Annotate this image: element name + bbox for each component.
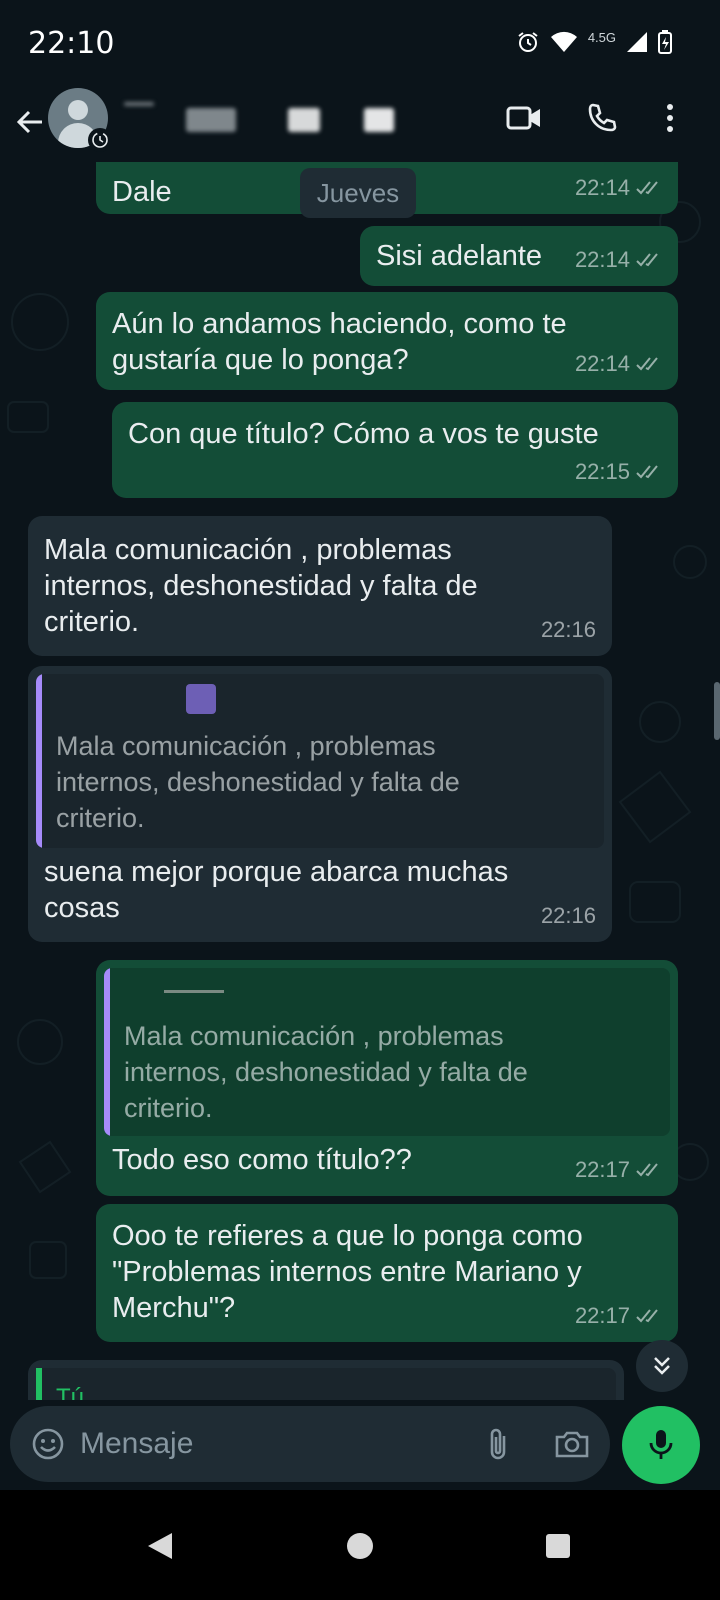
quote-author-redacted bbox=[164, 990, 224, 993]
message-time: 22:15 bbox=[574, 459, 630, 484]
double-check-icon bbox=[636, 1309, 658, 1323]
message-input[interactable] bbox=[80, 1420, 460, 1468]
voice-call-button[interactable] bbox=[580, 96, 624, 140]
quote-accent-bar bbox=[36, 674, 42, 848]
message-bubble-outgoing[interactable]: Con que título? Cómo a vos te guste 22:1… bbox=[112, 402, 678, 498]
message-list[interactable]: Dale 22:14 Jueves Sisi adelante 22:14 Aú… bbox=[0, 162, 720, 1400]
double-chevron-down-icon bbox=[654, 1357, 670, 1375]
back-button[interactable] bbox=[10, 102, 50, 142]
more-options-icon bbox=[667, 104, 673, 132]
system-navigation-bar bbox=[0, 1490, 720, 1600]
microphone-icon bbox=[649, 1430, 673, 1459]
double-check-icon bbox=[636, 181, 658, 195]
message-text: Con que título? Cómo a vos te guste bbox=[128, 418, 599, 450]
chat-header bbox=[0, 86, 720, 162]
emoji-button[interactable] bbox=[28, 1424, 68, 1464]
message-meta: 22:14 bbox=[575, 242, 662, 278]
message-meta: 22:16 bbox=[541, 612, 596, 648]
nav-recents-button[interactable] bbox=[532, 1520, 584, 1572]
message-text: Todo eso como título?? bbox=[112, 1144, 412, 1176]
quoted-message[interactable]: Tú bbox=[36, 1368, 616, 1400]
scroll-to-bottom-button[interactable] bbox=[636, 1340, 688, 1392]
message-meta: 22:14 bbox=[575, 346, 662, 382]
message-text: suena mejor porque abarca muchas cosas bbox=[44, 856, 509, 924]
voice-call-icon bbox=[588, 103, 617, 132]
status-time: 22:10 bbox=[28, 26, 115, 61]
message-bubble-incoming-partial[interactable]: Tú bbox=[28, 1360, 624, 1400]
camera-button[interactable] bbox=[552, 1424, 592, 1464]
attach-button[interactable] bbox=[478, 1424, 518, 1464]
network-type-label: 4.5G bbox=[587, 29, 616, 45]
message-bubble-outgoing[interactable]: Sisi adelante 22:14 bbox=[360, 226, 678, 286]
message-time: 22:14 bbox=[574, 351, 630, 376]
video-call-icon bbox=[506, 106, 540, 130]
message-meta: 22:17 bbox=[575, 1298, 662, 1334]
message-time: 22:14 bbox=[574, 247, 630, 272]
message-meta: 22:15 bbox=[575, 454, 662, 490]
double-check-icon bbox=[636, 1163, 658, 1177]
nav-home-button[interactable] bbox=[334, 1520, 386, 1572]
quote-author: Tú bbox=[56, 1384, 85, 1400]
disappearing-timer-icon bbox=[88, 128, 112, 152]
battery-icon bbox=[658, 30, 672, 54]
message-meta: 22:16 bbox=[541, 898, 596, 934]
message-composer bbox=[10, 1406, 610, 1482]
quoted-text: Mala comunicación , problemas internos, … bbox=[124, 1021, 528, 1123]
wifi-icon bbox=[550, 31, 577, 52]
quoted-message[interactable]: Mala comunicación , problemas internos, … bbox=[104, 968, 670, 1136]
message-time: 22:17 bbox=[574, 1157, 630, 1182]
signal-icon bbox=[627, 32, 647, 52]
message-bubble-incoming-reply[interactable]: Mala comunicación , problemas internos, … bbox=[28, 666, 612, 942]
emoji-icon bbox=[32, 1428, 64, 1460]
double-check-icon bbox=[636, 465, 658, 479]
status-bar: 22:10 4.5G bbox=[0, 0, 720, 86]
message-bubble-outgoing[interactable]: Aún lo andamos haciendo, como te gustarí… bbox=[96, 292, 678, 390]
message-time: 22:14 bbox=[574, 175, 630, 200]
nav-back-triangle-icon bbox=[148, 1533, 172, 1559]
quote-accent-bar bbox=[36, 1368, 42, 1400]
quoted-text: Mala comunicación , problemas internos, … bbox=[56, 731, 460, 833]
alarm-icon bbox=[518, 32, 538, 52]
voice-message-button[interactable] bbox=[622, 1406, 700, 1484]
quoted-message[interactable]: Mala comunicación , problemas internos, … bbox=[36, 674, 604, 848]
message-meta: 22:14 bbox=[575, 170, 662, 206]
message-bubble-outgoing[interactable]: Ooo te refieres a que lo ponga como "Pro… bbox=[96, 1204, 678, 1342]
message-time: 22:16 bbox=[540, 903, 596, 928]
message-bubble-incoming[interactable]: Mala comunicación , problemas internos, … bbox=[28, 516, 612, 656]
message-text: Mala comunicación , problemas internos, … bbox=[44, 534, 478, 638]
nav-back-button[interactable] bbox=[134, 1520, 186, 1572]
date-chip: Jueves bbox=[300, 168, 416, 218]
back-arrow-icon bbox=[16, 110, 42, 134]
composer-bar bbox=[0, 1400, 720, 1490]
status-icons: 4.5G bbox=[516, 30, 672, 54]
scrollbar-thumb[interactable] bbox=[714, 682, 720, 740]
more-options-button[interactable] bbox=[648, 96, 692, 140]
camera-icon bbox=[555, 1431, 589, 1458]
message-meta: 22:17 bbox=[575, 1152, 662, 1188]
double-check-icon bbox=[636, 253, 658, 267]
nav-recents-square-icon bbox=[546, 1534, 570, 1558]
nav-home-circle-icon bbox=[347, 1533, 373, 1559]
double-check-icon bbox=[636, 357, 658, 371]
paperclip-icon bbox=[490, 1428, 506, 1460]
message-time: 22:17 bbox=[574, 1303, 630, 1328]
quote-author-redacted bbox=[186, 684, 216, 714]
message-time: 22:16 bbox=[540, 617, 596, 642]
quote-accent-bar bbox=[104, 968, 110, 1136]
message-bubble-outgoing-reply[interactable]: Mala comunicación , problemas internos, … bbox=[96, 960, 678, 1196]
video-call-button[interactable] bbox=[502, 96, 546, 140]
